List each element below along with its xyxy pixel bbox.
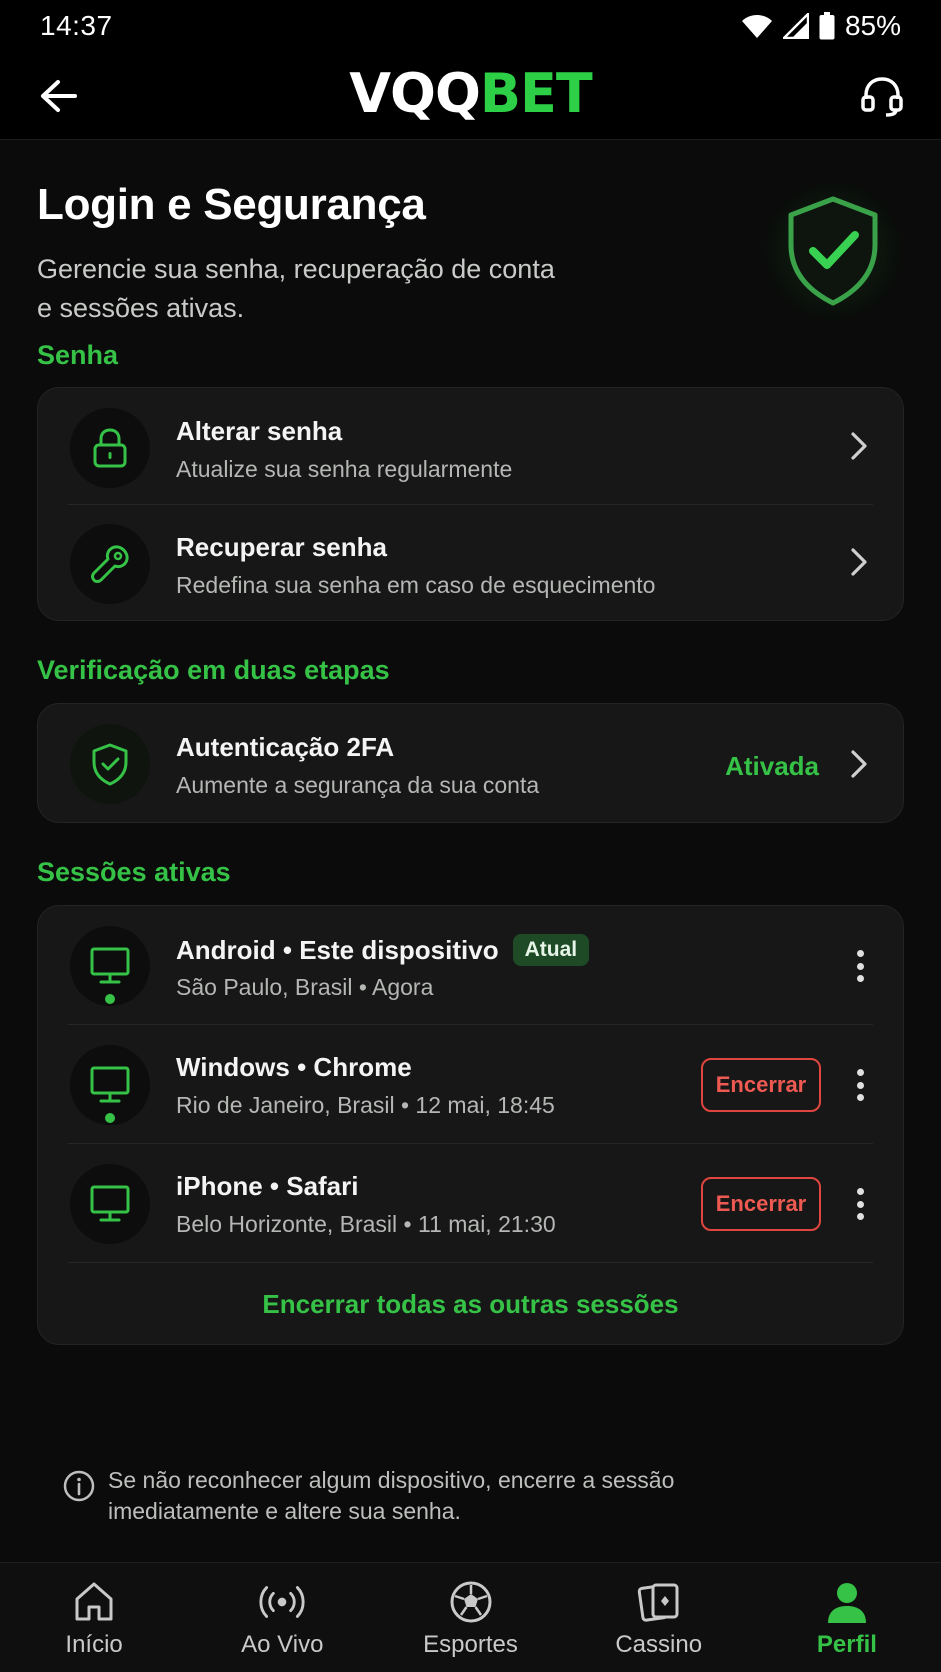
monitor-icon <box>90 1185 130 1222</box>
support-button[interactable] <box>857 72 907 120</box>
page-subtitle-line2: e sessões ativas. <box>37 293 245 323</box>
info-text-line1: Se não reconhecer algum dispositivo, enc… <box>108 1467 675 1493</box>
more-options-icon[interactable] <box>853 1065 867 1105</box>
home-icon <box>69 1577 119 1627</box>
cell-signal-icon <box>782 13 809 39</box>
recover-password-title: Recuperar senha <box>176 532 387 562</box>
chevron-right-icon <box>845 430 873 462</box>
session-subtitle: Belo Horizonte, Brasil • 11 mai, 21:30 <box>176 1211 556 1237</box>
twofa-status: Ativada <box>725 751 819 781</box>
session-row: Android • Este dispositivo Atual São Paul… <box>38 906 903 1024</box>
nav-label: Cassino <box>615 1631 703 1658</box>
twofa-row[interactable]: Autenticação 2FA Aumente a segurança da … <box>38 704 903 822</box>
page-subtitle-line1: Gerencie sua senha, recuperação de conta <box>37 254 555 284</box>
session-title: Windows • Chrome <box>176 1052 412 1082</box>
monitor-icon <box>90 947 130 984</box>
change-password-row[interactable]: Alterar senha Atualize sua senha regular… <box>38 388 903 504</box>
section-label-2fa: Verificação em duas etapas <box>37 655 390 685</box>
live-broadcast-icon <box>257 1577 307 1627</box>
nav-item-perfil[interactable]: Perfil <box>753 1563 941 1672</box>
shield-check-icon <box>92 743 128 786</box>
end-session-button[interactable]: Encerrar <box>701 1177 821 1231</box>
session-subtitle: São Paulo, Brasil • Agora <box>176 974 434 1000</box>
logo-text-white: VQQ <box>349 62 481 125</box>
battery-percent: 85% <box>844 10 901 41</box>
info-text: Se não reconhecer algum dispositivo, enc… <box>108 1465 848 1527</box>
status-time: 14:37 <box>40 10 113 41</box>
nav-item-cassino[interactable]: Cassino <box>565 1563 753 1672</box>
session-device: Android • Este dispositivo <box>176 935 499 965</box>
nav-item-inicio[interactable]: Início <box>0 1563 188 1672</box>
shield-icon-wrap <box>70 724 150 804</box>
twofa-title: Autenticação 2FA <box>176 732 395 762</box>
status-icons: 85% <box>741 10 901 42</box>
user-icon <box>822 1577 872 1627</box>
nav-label: Ao Vivo <box>241 1631 324 1658</box>
session-title: Android • Este dispositivo Atual <box>176 934 590 966</box>
change-password-subtitle: Atualize sua senha regularmente <box>176 456 513 482</box>
nav-label: Esportes <box>423 1631 518 1658</box>
app-header: VQQBET <box>0 52 941 140</box>
divider <box>68 1262 873 1263</box>
lock-icon <box>93 428 127 468</box>
session-row: iPhone • Safari Belo Horizonte, Brasil •… <box>38 1144 903 1262</box>
session-subtitle: Rio de Janeiro, Brasil • 12 mai, 18:45 <box>176 1092 555 1118</box>
info-text-line2: imediatamente e altere sua senha. <box>108 1498 461 1524</box>
status-bar: 14:37 85% <box>0 0 941 52</box>
more-options-icon[interactable] <box>853 1184 867 1224</box>
battery-icon <box>819 12 835 40</box>
more-options-icon[interactable] <box>853 946 867 986</box>
recover-password-row[interactable]: Recuperar senha Redefina sua senha em ca… <box>38 505 903 621</box>
info-icon <box>63 1470 95 1502</box>
nav-item-esportes[interactable]: Esportes <box>376 1563 564 1672</box>
bottom-navigation: Início Ao Vivo Esportes Cassino Perfil <box>0 1562 941 1672</box>
soccer-ball-icon <box>446 1577 496 1627</box>
key-icon-wrap <box>70 524 150 604</box>
session-title: iPhone • Safari <box>176 1171 359 1201</box>
recover-password-subtitle: Redefina sua senha em caso de esquecimen… <box>176 572 656 598</box>
page-title: Login e Segurança <box>37 180 426 229</box>
key-icon <box>91 545 129 583</box>
section-label-password: Senha <box>37 340 119 370</box>
online-indicator <box>103 992 117 1006</box>
nav-item-ao-vivo[interactable]: Ao Vivo <box>188 1563 376 1672</box>
monitor-icon <box>90 1066 130 1103</box>
page-subtitle: Gerencie sua senha, recuperação de conta… <box>37 250 617 328</box>
lock-icon-wrap <box>70 408 150 488</box>
twofa-subtitle: Aumente a segurança da sua conta <box>176 772 540 798</box>
wifi-icon <box>741 13 773 39</box>
section-label-sessions: Sessões ativas <box>37 857 231 887</box>
twofa-card: Autenticação 2FA Aumente a segurança da … <box>37 703 904 823</box>
current-session-badge: Atual <box>512 934 590 966</box>
nav-label: Perfil <box>816 1631 877 1658</box>
chevron-right-icon <box>845 546 873 578</box>
end-session-button[interactable]: Encerrar <box>701 1058 821 1112</box>
headset-icon <box>861 77 903 117</box>
logo-text-green: BET <box>479 62 593 125</box>
end-all-sessions-button[interactable]: Encerrar todas as outras sessões <box>38 1289 903 1320</box>
sessions-card: Android • Este dispositivo Atual São Paul… <box>37 905 904 1345</box>
session-row: Windows • Chrome Rio de Janeiro, Brasil … <box>38 1025 903 1143</box>
password-card: Alterar senha Atualize sua senha regular… <box>37 387 904 621</box>
brand-logo: VQQBET <box>0 62 941 125</box>
hero-shield-icon <box>762 180 904 322</box>
chevron-right-icon <box>845 748 873 780</box>
cards-icon <box>634 1577 684 1627</box>
nav-label: Início <box>65 1631 123 1658</box>
monitor-icon-wrap <box>70 1164 150 1244</box>
change-password-title: Alterar senha <box>176 416 343 446</box>
online-indicator <box>103 1111 117 1125</box>
